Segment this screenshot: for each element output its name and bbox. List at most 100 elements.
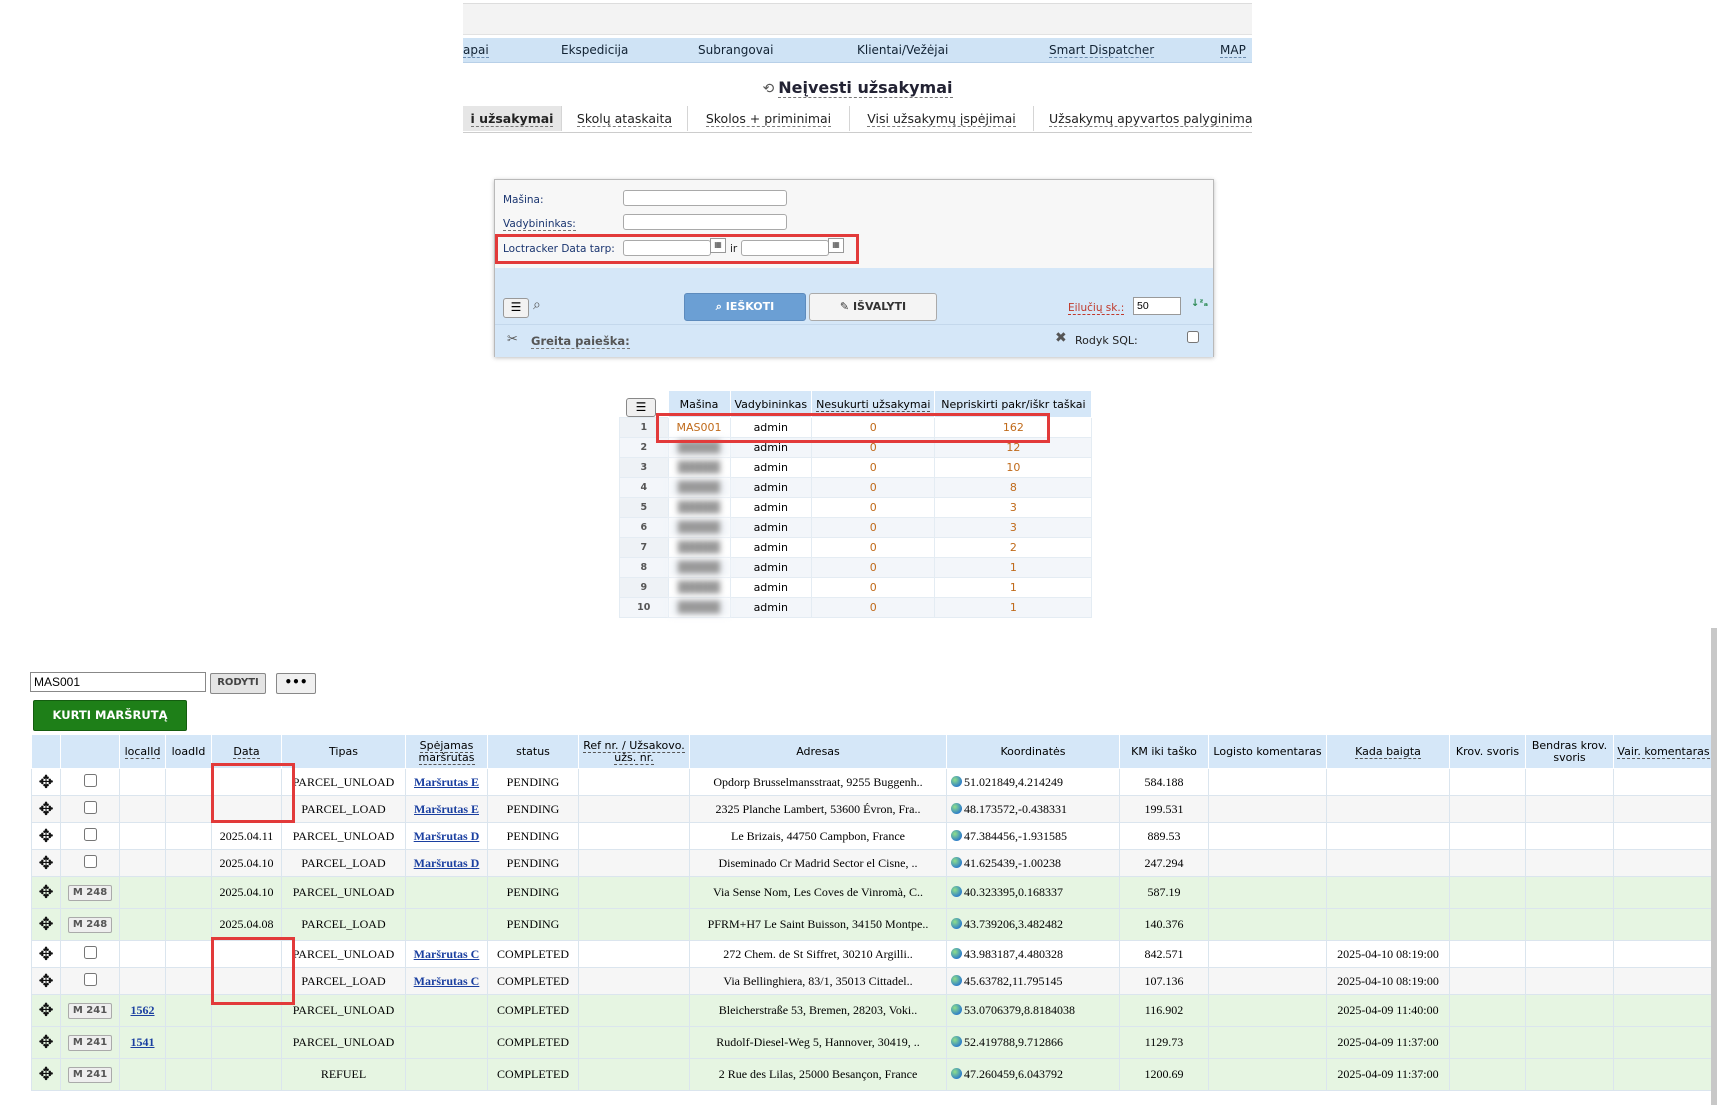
sort-az-icon[interactable]: ↓ᶻₐ <box>1191 298 1208 309</box>
uncreated-cell[interactable]: 0 <box>811 597 936 618</box>
uncreated-cell[interactable]: 0 <box>811 497 936 518</box>
row-checkbox[interactable] <box>83 773 97 787</box>
move-icon[interactable]: ✥ <box>38 799 53 820</box>
move-cell[interactable]: ✥ <box>31 849 61 877</box>
summary-row[interactable]: 4 █████ admin 0 8 <box>619 477 1093 498</box>
zoom-search-icon[interactable]: ⌕ <box>533 297 541 313</box>
move-icon[interactable]: ✥ <box>38 826 53 847</box>
row-checkbox[interactable] <box>83 972 97 986</box>
col-tipas[interactable]: Tipas <box>281 734 406 769</box>
search-button[interactable]: ⌕ IEŠKOTI <box>684 293 806 321</box>
table-row[interactable]: ✥ M 241 REFUEL COMPLETED 2 Rue des Lilas, 25… <box>31 1058 1714 1091</box>
move-icon[interactable]: ✥ <box>38 1000 53 1021</box>
col-status[interactable]: status <box>487 734 579 769</box>
machine-cell[interactable]: █████ <box>667 497 731 518</box>
col-krov-svoris[interactable]: Krov. svoris <box>1449 734 1526 769</box>
machine-filter-input[interactable] <box>30 672 206 692</box>
move-cell[interactable]: ✥ <box>31 876 61 909</box>
globe-icon[interactable] <box>951 856 962 868</box>
globe-icon[interactable] <box>951 829 962 841</box>
summary-row[interactable]: 3 █████ admin 0 10 <box>619 457 1093 478</box>
logist-comment-cell[interactable] <box>1208 908 1327 941</box>
col-bendras-svoris[interactable]: Bendras krov. svoris <box>1525 734 1614 769</box>
nav-item-klientai[interactable]: Klientai/Vežėjai <box>857 43 948 57</box>
row-checkbox[interactable] <box>83 827 97 841</box>
unassigned-cell[interactable]: 2 <box>934 537 1093 558</box>
route-link[interactable]: Maršrutas E <box>414 802 479 816</box>
route-badge[interactable]: M 241 <box>67 1003 113 1019</box>
move-icon[interactable]: ✥ <box>38 772 53 793</box>
unassigned-cell[interactable]: 8 <box>934 477 1093 498</box>
col-koordinates[interactable]: Koordinatės <box>946 734 1120 769</box>
globe-icon[interactable] <box>951 1036 962 1047</box>
uncreated-cell[interactable]: 0 <box>811 457 936 478</box>
scrollbar[interactable] <box>1711 628 1717 1105</box>
route-badge[interactable]: M 248 <box>67 917 113 933</box>
nav-item-ekspedicija[interactable]: Ekspedicija <box>561 43 628 57</box>
summary-row[interactable]: 9 █████ admin 0 1 <box>619 577 1093 598</box>
unassigned-cell[interactable]: 3 <box>934 517 1093 538</box>
tab-apyvartos-palyginimas[interactable]: Užsakymų apyvartos palyginimas <box>1034 106 1252 131</box>
move-cell[interactable]: ✥ <box>31 1026 61 1059</box>
col-route[interactable]: Spėjamas maršrutas <box>405 734 488 769</box>
machine-cell[interactable]: █████ <box>667 577 731 598</box>
col-localid[interactable]: localId <box>119 734 166 769</box>
col-kada-baigta[interactable]: Kada baigta <box>1326 734 1450 769</box>
move-icon[interactable]: ✥ <box>38 1064 53 1085</box>
table-row[interactable]: ✥ 2025.04.10 PARCEL_LOAD Maršrutas D PENDING… <box>31 849 1714 877</box>
move-icon[interactable]: ✥ <box>38 914 53 935</box>
logist-comment-cell[interactable] <box>1208 822 1327 850</box>
clear-button[interactable]: ✎ IŠVALYTI <box>809 293 937 321</box>
uncreated-cell[interactable]: 0 <box>811 537 936 558</box>
move-cell[interactable]: ✥ <box>31 1058 61 1091</box>
row-checkbox[interactable] <box>83 800 97 814</box>
tab-ispejimai[interactable]: Visi užsakymų įspėjimai <box>850 106 1034 131</box>
logist-comment-cell[interactable] <box>1208 1026 1327 1059</box>
route-badge[interactable]: M 248 <box>67 885 113 901</box>
uncreated-cell[interactable]: 0 <box>811 557 936 578</box>
row-checkbox[interactable] <box>83 945 97 959</box>
uncreated-cell[interactable]: 0 <box>811 517 936 538</box>
route-link[interactable]: Maršrutas C <box>414 974 480 988</box>
move-icon[interactable]: ✥ <box>38 853 53 874</box>
unassigned-cell[interactable]: 3 <box>934 497 1093 518</box>
machine-cell[interactable]: █████ <box>667 597 731 618</box>
col-km[interactable]: KM iki taško <box>1119 734 1209 769</box>
route-link[interactable]: Maršrutas E <box>414 775 479 789</box>
summary-row[interactable]: 5 █████ admin 0 3 <box>619 497 1093 518</box>
globe-icon[interactable] <box>951 974 962 986</box>
summary-row[interactable]: 8 █████ admin 0 1 <box>619 557 1093 578</box>
unassigned-cell[interactable]: 1 <box>934 577 1093 598</box>
globe-icon[interactable] <box>951 947 962 959</box>
uncreated-cell[interactable]: 0 <box>811 477 936 498</box>
move-cell[interactable]: ✥ <box>31 967 61 995</box>
globe-icon[interactable] <box>951 1068 962 1079</box>
logist-comment-cell[interactable] <box>1208 876 1327 909</box>
row-checkbox[interactable] <box>83 854 97 868</box>
logist-comment-cell[interactable] <box>1208 795 1327 823</box>
uncreated-cell[interactable]: 0 <box>811 577 936 598</box>
globe-icon[interactable] <box>951 802 962 814</box>
quick-search-link[interactable]: Greita paieška: <box>531 334 630 349</box>
col-ref[interactable]: Ref nr. / Užsakovo. užs. nr. <box>578 734 690 769</box>
move-cell[interactable]: ✥ <box>31 768 61 796</box>
route-badge[interactable]: M 241 <box>67 1035 113 1051</box>
route-link[interactable]: Maršrutas D <box>414 829 480 843</box>
table-row[interactable]: ✥ 2025.04.11 PARCEL_UNLOAD Maršrutas D PENDI… <box>31 822 1714 850</box>
logist-comment-cell[interactable] <box>1208 940 1327 968</box>
table-row[interactable]: ✥ M 248 2025.04.08 PARCEL_LOAD PENDING PFRM+H… <box>31 908 1714 941</box>
unassigned-cell[interactable]: 1 <box>934 557 1093 578</box>
table-row[interactable]: ✥ M 248 2025.04.10 PARCEL_UNLOAD PENDING Via … <box>31 876 1714 909</box>
route-link[interactable]: Maršrutas D <box>414 856 480 870</box>
logist-comment-cell[interactable] <box>1208 1058 1327 1091</box>
manager-input[interactable] <box>623 214 787 230</box>
tab-uzsakymai[interactable]: i užsakymai <box>463 106 562 131</box>
globe-icon[interactable] <box>951 1004 962 1015</box>
summary-row[interactable]: 10 █████ admin 0 1 <box>619 597 1093 618</box>
localid-link[interactable]: 1541 <box>131 1035 155 1049</box>
move-cell[interactable]: ✥ <box>31 908 61 941</box>
show-sql-checkbox[interactable] <box>1187 331 1199 343</box>
nav-item-smart-dispatcher[interactable]: Smart Dispatcher <box>1049 43 1155 58</box>
tab-skolos-priminimai[interactable]: Skolos + priminimai <box>688 106 850 131</box>
table-row[interactable]: ✥ M 241 1541 PARCEL_UNLOAD COMPLETED Rudolf-D… <box>31 1026 1714 1059</box>
